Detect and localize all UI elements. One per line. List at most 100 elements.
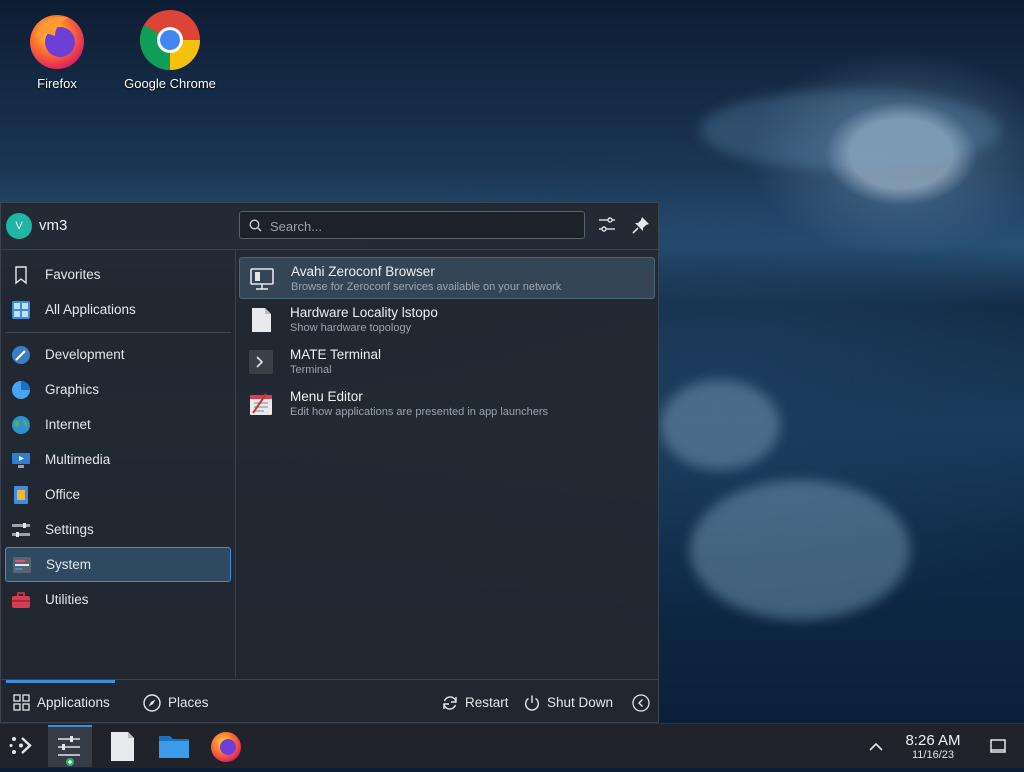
chevron-left-icon [632,694,650,712]
sidebar-item-label: Multimedia [45,452,111,467]
shutdown-label: Shut Down [547,695,614,710]
restart-icon [443,696,457,710]
network-icon [250,268,274,290]
avatar[interactable]: V [6,213,32,239]
tab-label: Places [168,695,209,710]
taskbar-item-file-manager[interactable] [152,725,196,767]
clock-date[interactable]: 11/16/23 [890,749,976,761]
show-desktop-icon [990,739,1006,753]
app-item-mate-terminal[interactable]: MATE Terminal Terminal [239,341,655,383]
search-input[interactable] [268,215,572,237]
taskbar: 8:26 AM 11/16/23 [0,723,1024,768]
user-name: vm3 [39,217,68,234]
show-hidden-icons-button[interactable] [855,725,895,767]
sidebar-item-label: Office [45,487,81,502]
restart-button[interactable]: Restart [441,693,513,713]
desktop-icon-chrome[interactable]: Google Chrome [115,8,225,91]
show-desktop-button[interactable] [978,725,1018,767]
sidebar-item-multimedia[interactable]: Multimedia [5,443,231,476]
configure-button[interactable] [597,215,619,237]
power-icon [525,695,539,711]
app-item-lstopo[interactable]: Hardware Locality lstopo Show hardware t… [239,299,655,341]
tab-label: Applications [37,695,110,710]
kde-launcher-icon [9,737,32,754]
app-description: Edit how applications are presented in a… [290,406,549,418]
terminal-icon [249,350,273,374]
grid-icon [13,694,30,711]
firefox-icon [211,732,241,762]
multimedia-icon [12,453,30,468]
taskbar-item-text-editor[interactable] [100,725,144,767]
document-icon [252,308,271,332]
sidebar-item-label: Development [45,347,125,362]
sidebar-item-label: Settings [45,522,94,537]
sidebar-item-system[interactable]: System [5,547,231,582]
sidebar-item-settings[interactable]: Settings [5,513,231,546]
app-name: Menu Editor [290,389,363,404]
development-icon [12,346,30,364]
desktop-icon-firefox[interactable]: Firefox [2,8,112,91]
sidebar-item-all-applications[interactable]: All Applications [5,293,231,326]
app-description: Browse for Zeroconf services available o… [291,281,562,293]
search-icon [249,219,262,232]
shutdown-button[interactable]: Shut Down [523,693,617,713]
system-settings-icon [58,736,80,766]
pin-icon [632,217,649,234]
sidebar-item-graphics[interactable]: Graphics [5,373,231,406]
clock-time[interactable]: 8:26 AM [890,732,976,749]
menu-header: V vm3 [1,203,658,250]
more-power-options-button[interactable] [632,693,652,713]
sidebar-item-label: Favorites [45,267,101,282]
application-list: Avahi Zeroconf Browser Browse for Zeroco… [237,250,657,678]
grid-icon [12,301,30,319]
sidebar-item-favorites[interactable]: Favorites [5,258,231,291]
chevron-up-icon [869,742,883,751]
sidebar-item-office[interactable]: Office [5,478,231,511]
pin-button[interactable] [631,215,653,237]
sidebar-divider [5,332,231,333]
sidebar-item-label: System [46,557,92,572]
taskbar-item-settings[interactable] [48,725,92,767]
sliders-icon [599,217,615,232]
menu-editor-icon [250,393,272,415]
wallpaper-wave [700,90,1000,170]
wallpaper-wave [660,380,780,470]
sidebar-item-label: All Applications [45,302,136,317]
app-description: Show hardware topology [290,322,412,334]
desktop-icon-label: Firefox [37,76,77,91]
settings-icon [12,523,30,537]
application-launcher-menu: V vm3 Favorites All Applications [0,202,659,723]
wallpaper-wave [690,480,910,620]
app-description: Terminal [290,364,332,376]
sidebar-item-label: Internet [45,417,91,432]
app-name: MATE Terminal [290,347,382,362]
sidebar-item-label: Utilities [45,592,89,607]
sidebar-item-label: Graphics [45,382,100,397]
tab-applications[interactable]: Applications [13,693,117,713]
tab-places[interactable]: Places [143,693,213,713]
app-name: Hardware Locality lstopo [290,305,438,320]
chrome-icon [138,8,202,72]
app-item-avahi[interactable]: Avahi Zeroconf Browser Browse for Zeroco… [239,257,655,299]
office-icon [14,486,28,504]
application-launcher-button[interactable] [0,725,44,767]
compass-icon [143,694,161,712]
search-box[interactable] [239,211,585,239]
menu-footer: Applications Places Restart Shut Down [1,679,658,724]
active-tab-indicator [6,680,115,683]
category-sidebar: Favorites All Applications Development G… [1,250,236,678]
bookmark-icon [15,266,27,285]
folder-icon [159,736,189,758]
system-icon [13,557,31,573]
restart-label: Restart [465,695,509,710]
sidebar-item-internet[interactable]: Internet [5,408,231,441]
globe-icon [12,416,30,434]
utilities-icon [12,592,30,608]
app-item-menu-editor[interactable]: Menu Editor Edit how applications are pr… [239,383,655,425]
app-name: Avahi Zeroconf Browser [291,264,435,279]
taskbar-item-firefox[interactable] [204,725,248,767]
sidebar-item-utilities[interactable]: Utilities [5,583,231,616]
firefox-icon [25,8,89,72]
sidebar-item-development[interactable]: Development [5,338,231,371]
desktop-icon-label: Google Chrome [124,76,216,91]
